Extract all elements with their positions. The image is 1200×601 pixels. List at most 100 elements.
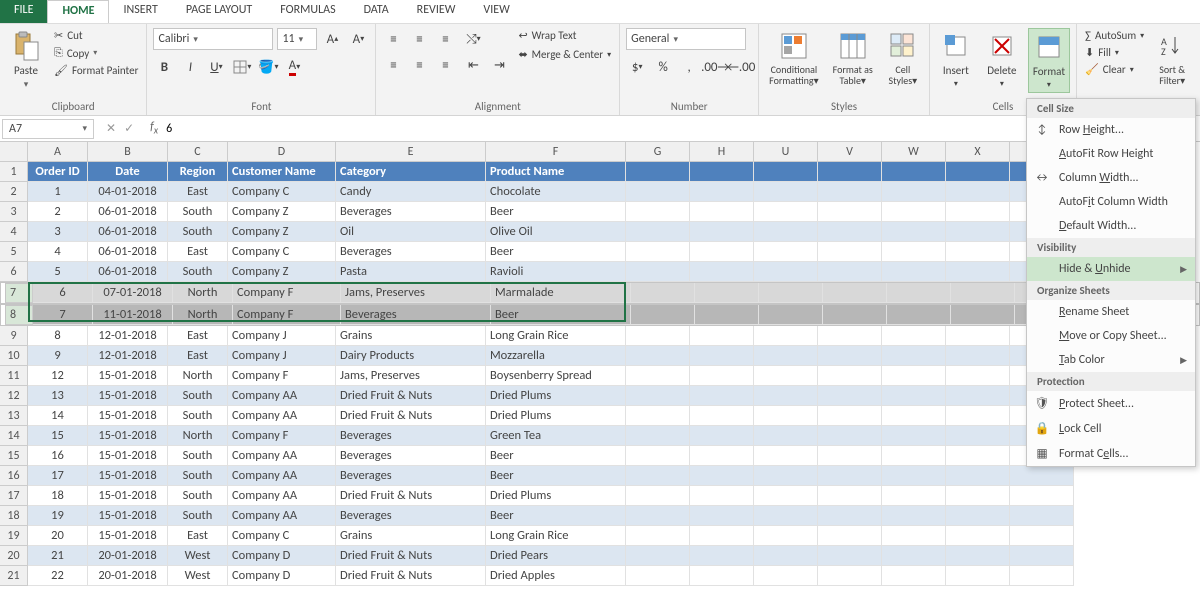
align-top-button[interactable]: ≡	[382, 28, 404, 50]
table-header[interactable]: Product Name	[486, 162, 626, 182]
cell[interactable]: South	[168, 262, 228, 282]
cell[interactable]	[818, 446, 882, 466]
menu-row-height[interactable]: ↕Row Height...	[1027, 118, 1195, 142]
cell[interactable]: Long Grain Rice	[486, 326, 626, 346]
cell[interactable]	[946, 566, 1010, 586]
cell[interactable]	[690, 386, 754, 406]
cell[interactable]	[818, 162, 882, 182]
shrink-font-button[interactable]: A▾	[347, 28, 369, 50]
cell[interactable]	[626, 386, 690, 406]
cell[interactable]	[754, 446, 818, 466]
cell[interactable]: North	[173, 305, 233, 325]
col-header-A[interactable]: A	[28, 142, 88, 162]
cell[interactable]	[946, 262, 1010, 282]
font-size-select[interactable]: 11▾	[277, 28, 317, 50]
cell[interactable]	[882, 242, 946, 262]
cell[interactable]	[690, 466, 754, 486]
cell[interactable]: 12	[28, 366, 88, 386]
cell[interactable]	[626, 222, 690, 242]
cell[interactable]	[690, 526, 754, 546]
cell[interactable]: Company J	[228, 346, 336, 366]
cell[interactable]	[754, 526, 818, 546]
format-cells-button[interactable]: Format▾	[1028, 28, 1070, 93]
cell[interactable]	[818, 386, 882, 406]
cell[interactable]	[626, 202, 690, 222]
cell[interactable]	[754, 326, 818, 346]
cell[interactable]	[626, 426, 690, 446]
menu-column-width[interactable]: ↔Column Width...	[1027, 166, 1195, 190]
cell[interactable]: Company F	[228, 426, 336, 446]
cell[interactable]: Beer	[486, 242, 626, 262]
cell[interactable]	[882, 486, 946, 506]
paste-button[interactable]: Paste ▾	[6, 28, 46, 92]
copy-button[interactable]: ⎘Copy▾	[52, 45, 140, 61]
row-header-8[interactable]: 8	[5, 305, 33, 325]
cell[interactable]	[882, 386, 946, 406]
cell[interactable]	[882, 262, 946, 282]
cell[interactable]: 06-01-2018	[88, 222, 168, 242]
cell[interactable]	[754, 546, 818, 566]
merge-center-button[interactable]: ⬌Merge & Center▾	[516, 47, 613, 62]
cell[interactable]: Beer	[486, 202, 626, 222]
cell[interactable]	[626, 406, 690, 426]
cell[interactable]: Dried Fruit & Nuts	[336, 406, 486, 426]
cell[interactable]: Chocolate	[486, 182, 626, 202]
cell[interactable]	[882, 326, 946, 346]
cell[interactable]: 15-01-2018	[88, 386, 168, 406]
cell[interactable]	[626, 526, 690, 546]
cell[interactable]: Dried Apples	[486, 566, 626, 586]
cell[interactable]	[690, 566, 754, 586]
cell[interactable]	[946, 506, 1010, 526]
cell[interactable]	[882, 526, 946, 546]
borders-button[interactable]: ▾	[231, 56, 253, 78]
tab-page-layout[interactable]: PAGE LAYOUT	[172, 0, 266, 23]
cell[interactable]	[818, 222, 882, 242]
cell[interactable]	[690, 202, 754, 222]
cell[interactable]: South	[168, 506, 228, 526]
cell[interactable]	[690, 486, 754, 506]
row-header-13[interactable]: 13	[0, 406, 28, 426]
align-left-button[interactable]: ≡	[382, 54, 404, 76]
cell[interactable]: Company AA	[228, 466, 336, 486]
cell[interactable]: Mozzarella	[486, 346, 626, 366]
row-header-18[interactable]: 18	[0, 506, 28, 526]
row-header-1[interactable]: 1	[0, 162, 28, 182]
cell[interactable]: Dried Plums	[486, 386, 626, 406]
cell[interactable]: 06-01-2018	[88, 262, 168, 282]
cell[interactable]: Company D	[228, 566, 336, 586]
cell[interactable]	[818, 202, 882, 222]
select-all-corner[interactable]	[0, 142, 28, 162]
cell[interactable]: Pasta	[336, 262, 486, 282]
cell[interactable]: 15-01-2018	[88, 366, 168, 386]
cell[interactable]: 15-01-2018	[88, 446, 168, 466]
cell[interactable]	[818, 406, 882, 426]
cell[interactable]: Long Grain Rice	[486, 526, 626, 546]
menu-protect-sheet[interactable]: 🛡Protect Sheet...	[1027, 391, 1195, 416]
comma-button[interactable]: ,	[678, 56, 700, 78]
cell[interactable]: 06-01-2018	[88, 242, 168, 262]
cell[interactable]: 18	[28, 486, 88, 506]
conditional-formatting-button[interactable]: ConditionalFormatting▾	[765, 28, 822, 88]
cell[interactable]: Company AA	[228, 506, 336, 526]
cell[interactable]: East	[168, 326, 228, 346]
table-header[interactable]: Customer Name	[228, 162, 336, 182]
row-header-3[interactable]: 3	[0, 202, 28, 222]
tab-home[interactable]: HOME	[47, 0, 109, 23]
cell[interactable]: Marmalade	[491, 283, 631, 303]
cell[interactable]	[818, 506, 882, 526]
cell[interactable]: Beverages	[336, 242, 486, 262]
cell[interactable]	[690, 546, 754, 566]
cell[interactable]: South	[168, 222, 228, 242]
cell[interactable]: Jams, Preserves	[336, 366, 486, 386]
menu-autofit-row-height[interactable]: AutoFit Row Height	[1027, 142, 1195, 166]
cell[interactable]: Company AA	[228, 446, 336, 466]
cell[interactable]: Dried Pears	[486, 546, 626, 566]
cell[interactable]	[690, 326, 754, 346]
table-header[interactable]: Date	[88, 162, 168, 182]
cell[interactable]: 12-01-2018	[88, 326, 168, 346]
cell[interactable]	[882, 222, 946, 242]
cell[interactable]: Company F	[233, 283, 341, 303]
col-header-H[interactable]: H	[690, 142, 754, 162]
cell[interactable]: Dried Fruit & Nuts	[336, 486, 486, 506]
cell[interactable]	[1010, 486, 1074, 506]
